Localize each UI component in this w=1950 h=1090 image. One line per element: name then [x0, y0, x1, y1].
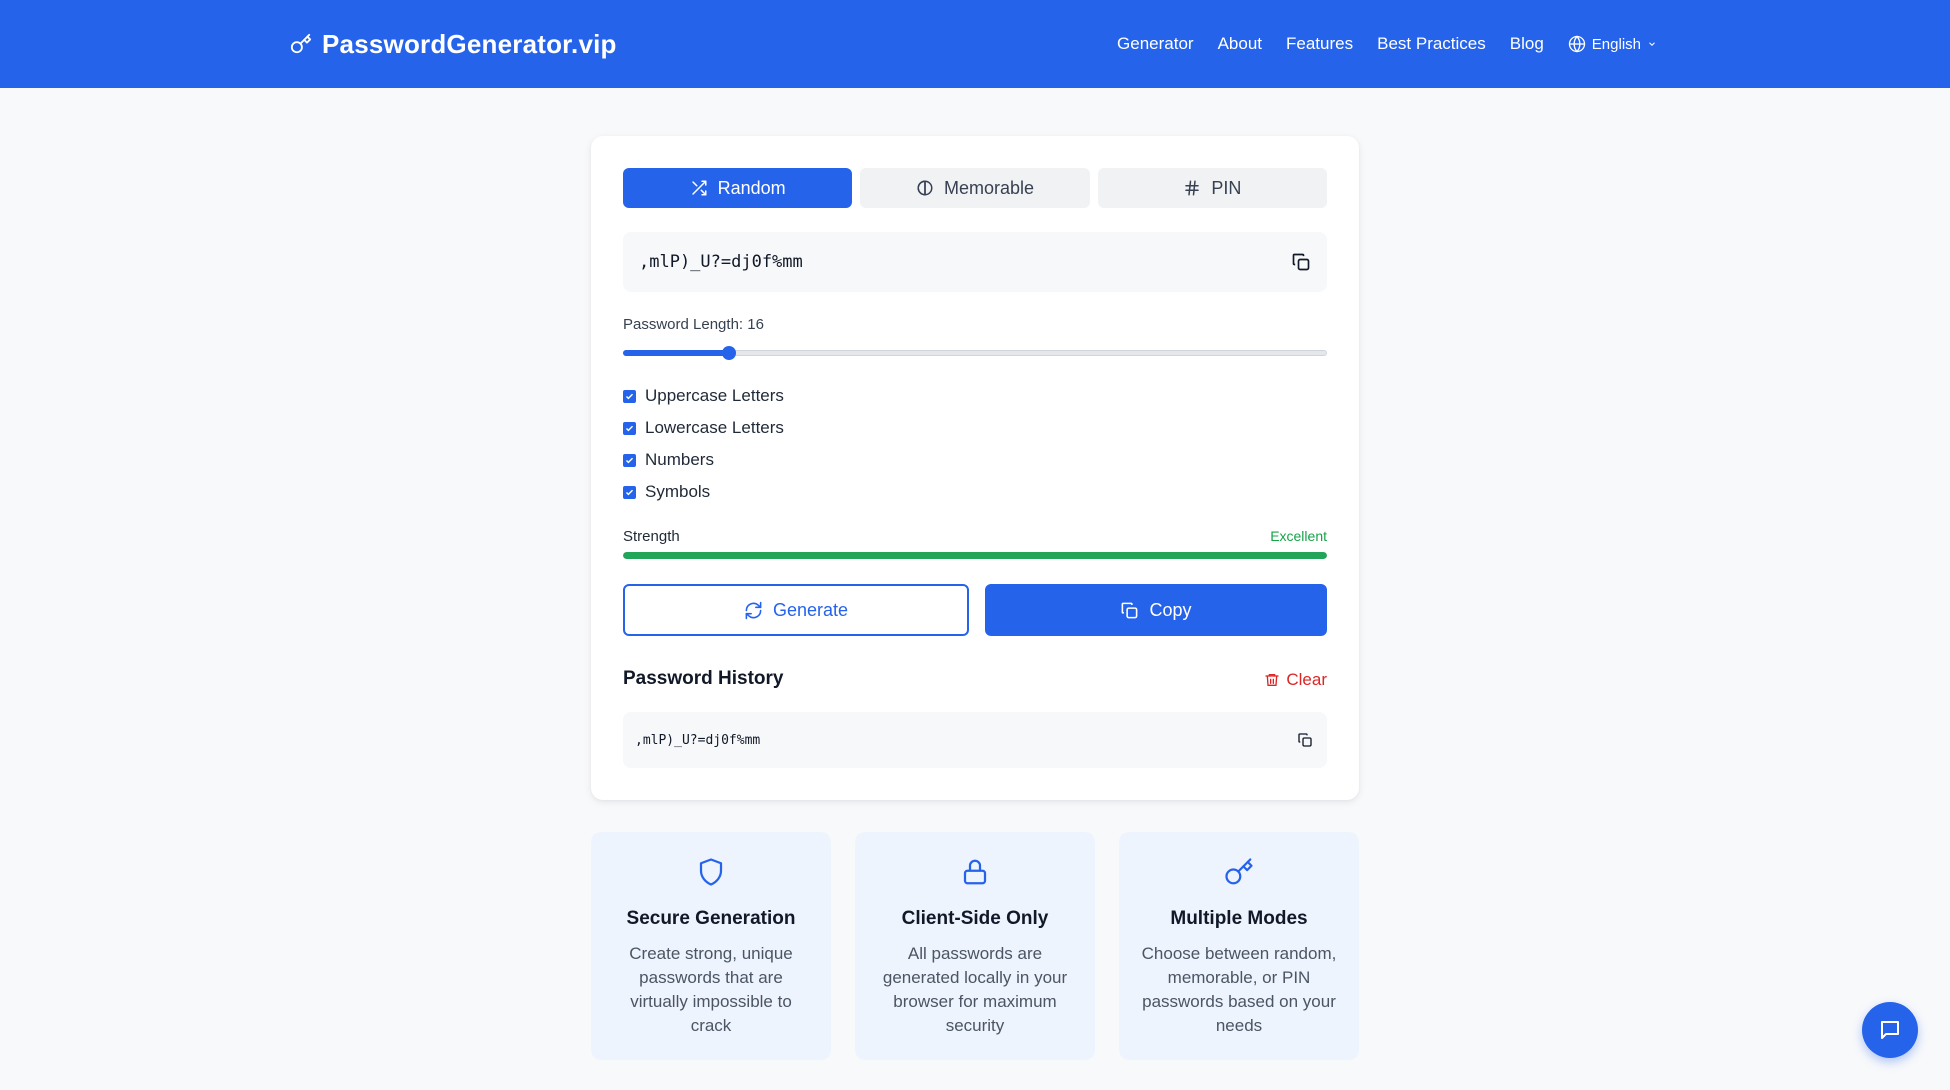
- shield-icon: [696, 856, 726, 888]
- shuffle-icon: [690, 179, 708, 197]
- password-display: ,mlP)_U?=dj0f%mm: [623, 232, 1327, 292]
- nav-blog[interactable]: Blog: [1510, 34, 1544, 54]
- copy-label: Copy: [1149, 599, 1192, 620]
- strength-value: Excellent: [1270, 528, 1327, 544]
- contrast-icon: [916, 179, 934, 197]
- feature-description: Create strong, unique passwords that are…: [629, 944, 793, 1035]
- nav-features[interactable]: Features: [1286, 34, 1353, 54]
- key-icon: [1224, 856, 1254, 888]
- language-selector[interactable]: English: [1568, 35, 1657, 53]
- brand-link[interactable]: PasswordGenerator.vip: [290, 24, 617, 64]
- option-symbols[interactable]: Symbols: [623, 476, 784, 508]
- password-length-label: Password Length: 16: [623, 316, 764, 333]
- checkbox-checked[interactable]: [623, 453, 636, 467]
- strength-meter-fill: [623, 552, 1327, 559]
- option-label: Numbers: [645, 450, 714, 469]
- feature-title: Client-Side Only: [901, 908, 1049, 929]
- feature-card-modes: Multiple Modes Choose between random, me…: [1119, 832, 1359, 1060]
- feature-card-secure: Secure Generation Create strong, unique …: [591, 832, 831, 1060]
- mode-tabs: Random Memorable PIN: [623, 168, 1327, 208]
- copy-icon: [1120, 601, 1139, 620]
- chat-button[interactable]: [1862, 1002, 1918, 1058]
- features-section: Secure Generation Create strong, unique …: [591, 832, 1359, 1060]
- generate-button[interactable]: Generate: [623, 584, 969, 636]
- clear-history-button[interactable]: Clear: [1264, 670, 1327, 690]
- tab-pin-label: PIN: [1211, 177, 1242, 198]
- copy-icon[interactable]: [1291, 252, 1311, 272]
- feature-title: Multiple Modes: [1170, 908, 1308, 929]
- password-length-slider[interactable]: [623, 346, 1327, 360]
- nav-generator[interactable]: Generator: [1117, 34, 1194, 54]
- history-item: ,mlP)_U?=dj0f%mm: [623, 712, 1327, 768]
- password-history-title: Password History: [623, 668, 784, 689]
- chevron-down-icon: [1647, 39, 1657, 49]
- main-nav: Generator About Features Best Practices …: [1117, 24, 1657, 64]
- tab-memorable-label: Memorable: [943, 177, 1035, 198]
- hash-icon: [1183, 179, 1201, 197]
- language-label: English: [1591, 35, 1641, 53]
- option-uppercase[interactable]: Uppercase Letters: [623, 380, 784, 412]
- refresh-icon: [744, 601, 763, 620]
- checkbox-checked[interactable]: [623, 421, 636, 435]
- key-icon: [290, 33, 312, 55]
- top-navbar: PasswordGenerator.vip Generator About Fe…: [0, 0, 1950, 88]
- generate-label: Generate: [772, 599, 849, 620]
- tab-random-label: Random: [717, 177, 786, 198]
- checkbox-checked[interactable]: [623, 389, 636, 403]
- history-password[interactable]: ,mlP)_U?=dj0f%mm: [635, 733, 760, 748]
- tab-random[interactable]: Random: [623, 168, 853, 208]
- character-options: Uppercase Letters Lowercase Letters Numb…: [623, 380, 784, 508]
- checkbox-checked[interactable]: [623, 485, 636, 499]
- option-lowercase[interactable]: Lowercase Letters: [623, 412, 784, 444]
- feature-description: Choose between random, memorable, or PIN…: [1141, 944, 1337, 1035]
- clear-label: Clear: [1286, 670, 1327, 689]
- copy-button[interactable]: Copy: [985, 584, 1327, 636]
- generated-password[interactable]: ,mlP)_U?=dj0f%mm: [639, 252, 803, 272]
- strength-label: Strength: [623, 528, 680, 545]
- nav-best-practices[interactable]: Best Practices: [1377, 34, 1486, 54]
- option-label: Uppercase Letters: [645, 386, 784, 405]
- brand-name: PasswordGenerator.vip: [322, 28, 617, 59]
- nav-about[interactable]: About: [1218, 34, 1262, 54]
- slider-thumb[interactable]: [721, 346, 736, 360]
- chat-icon: [1878, 1018, 1902, 1042]
- generator-card: Random Memorable PIN ,mlP)_U?=dj0f%mm Pa…: [591, 136, 1359, 800]
- option-label: Symbols: [645, 482, 711, 501]
- tab-pin[interactable]: PIN: [1097, 168, 1327, 208]
- globe-icon: [1568, 35, 1586, 53]
- trash-icon: [1264, 672, 1280, 688]
- action-buttons: Generate Copy: [623, 584, 1327, 636]
- feature-description: All passwords are generated locally in y…: [882, 944, 1068, 1035]
- strength-row: Strength Excellent: [623, 528, 1327, 545]
- strength-meter: [623, 552, 1327, 559]
- option-label: Lowercase Letters: [645, 418, 784, 437]
- feature-title: Secure Generation: [626, 908, 796, 929]
- copy-icon[interactable]: [1297, 732, 1313, 748]
- option-numbers[interactable]: Numbers: [623, 444, 784, 476]
- slider-fill: [623, 350, 729, 356]
- tab-memorable[interactable]: Memorable: [860, 168, 1090, 208]
- lock-icon: [960, 856, 990, 888]
- feature-card-client-side: Client-Side Only All passwords are gener…: [855, 832, 1095, 1060]
